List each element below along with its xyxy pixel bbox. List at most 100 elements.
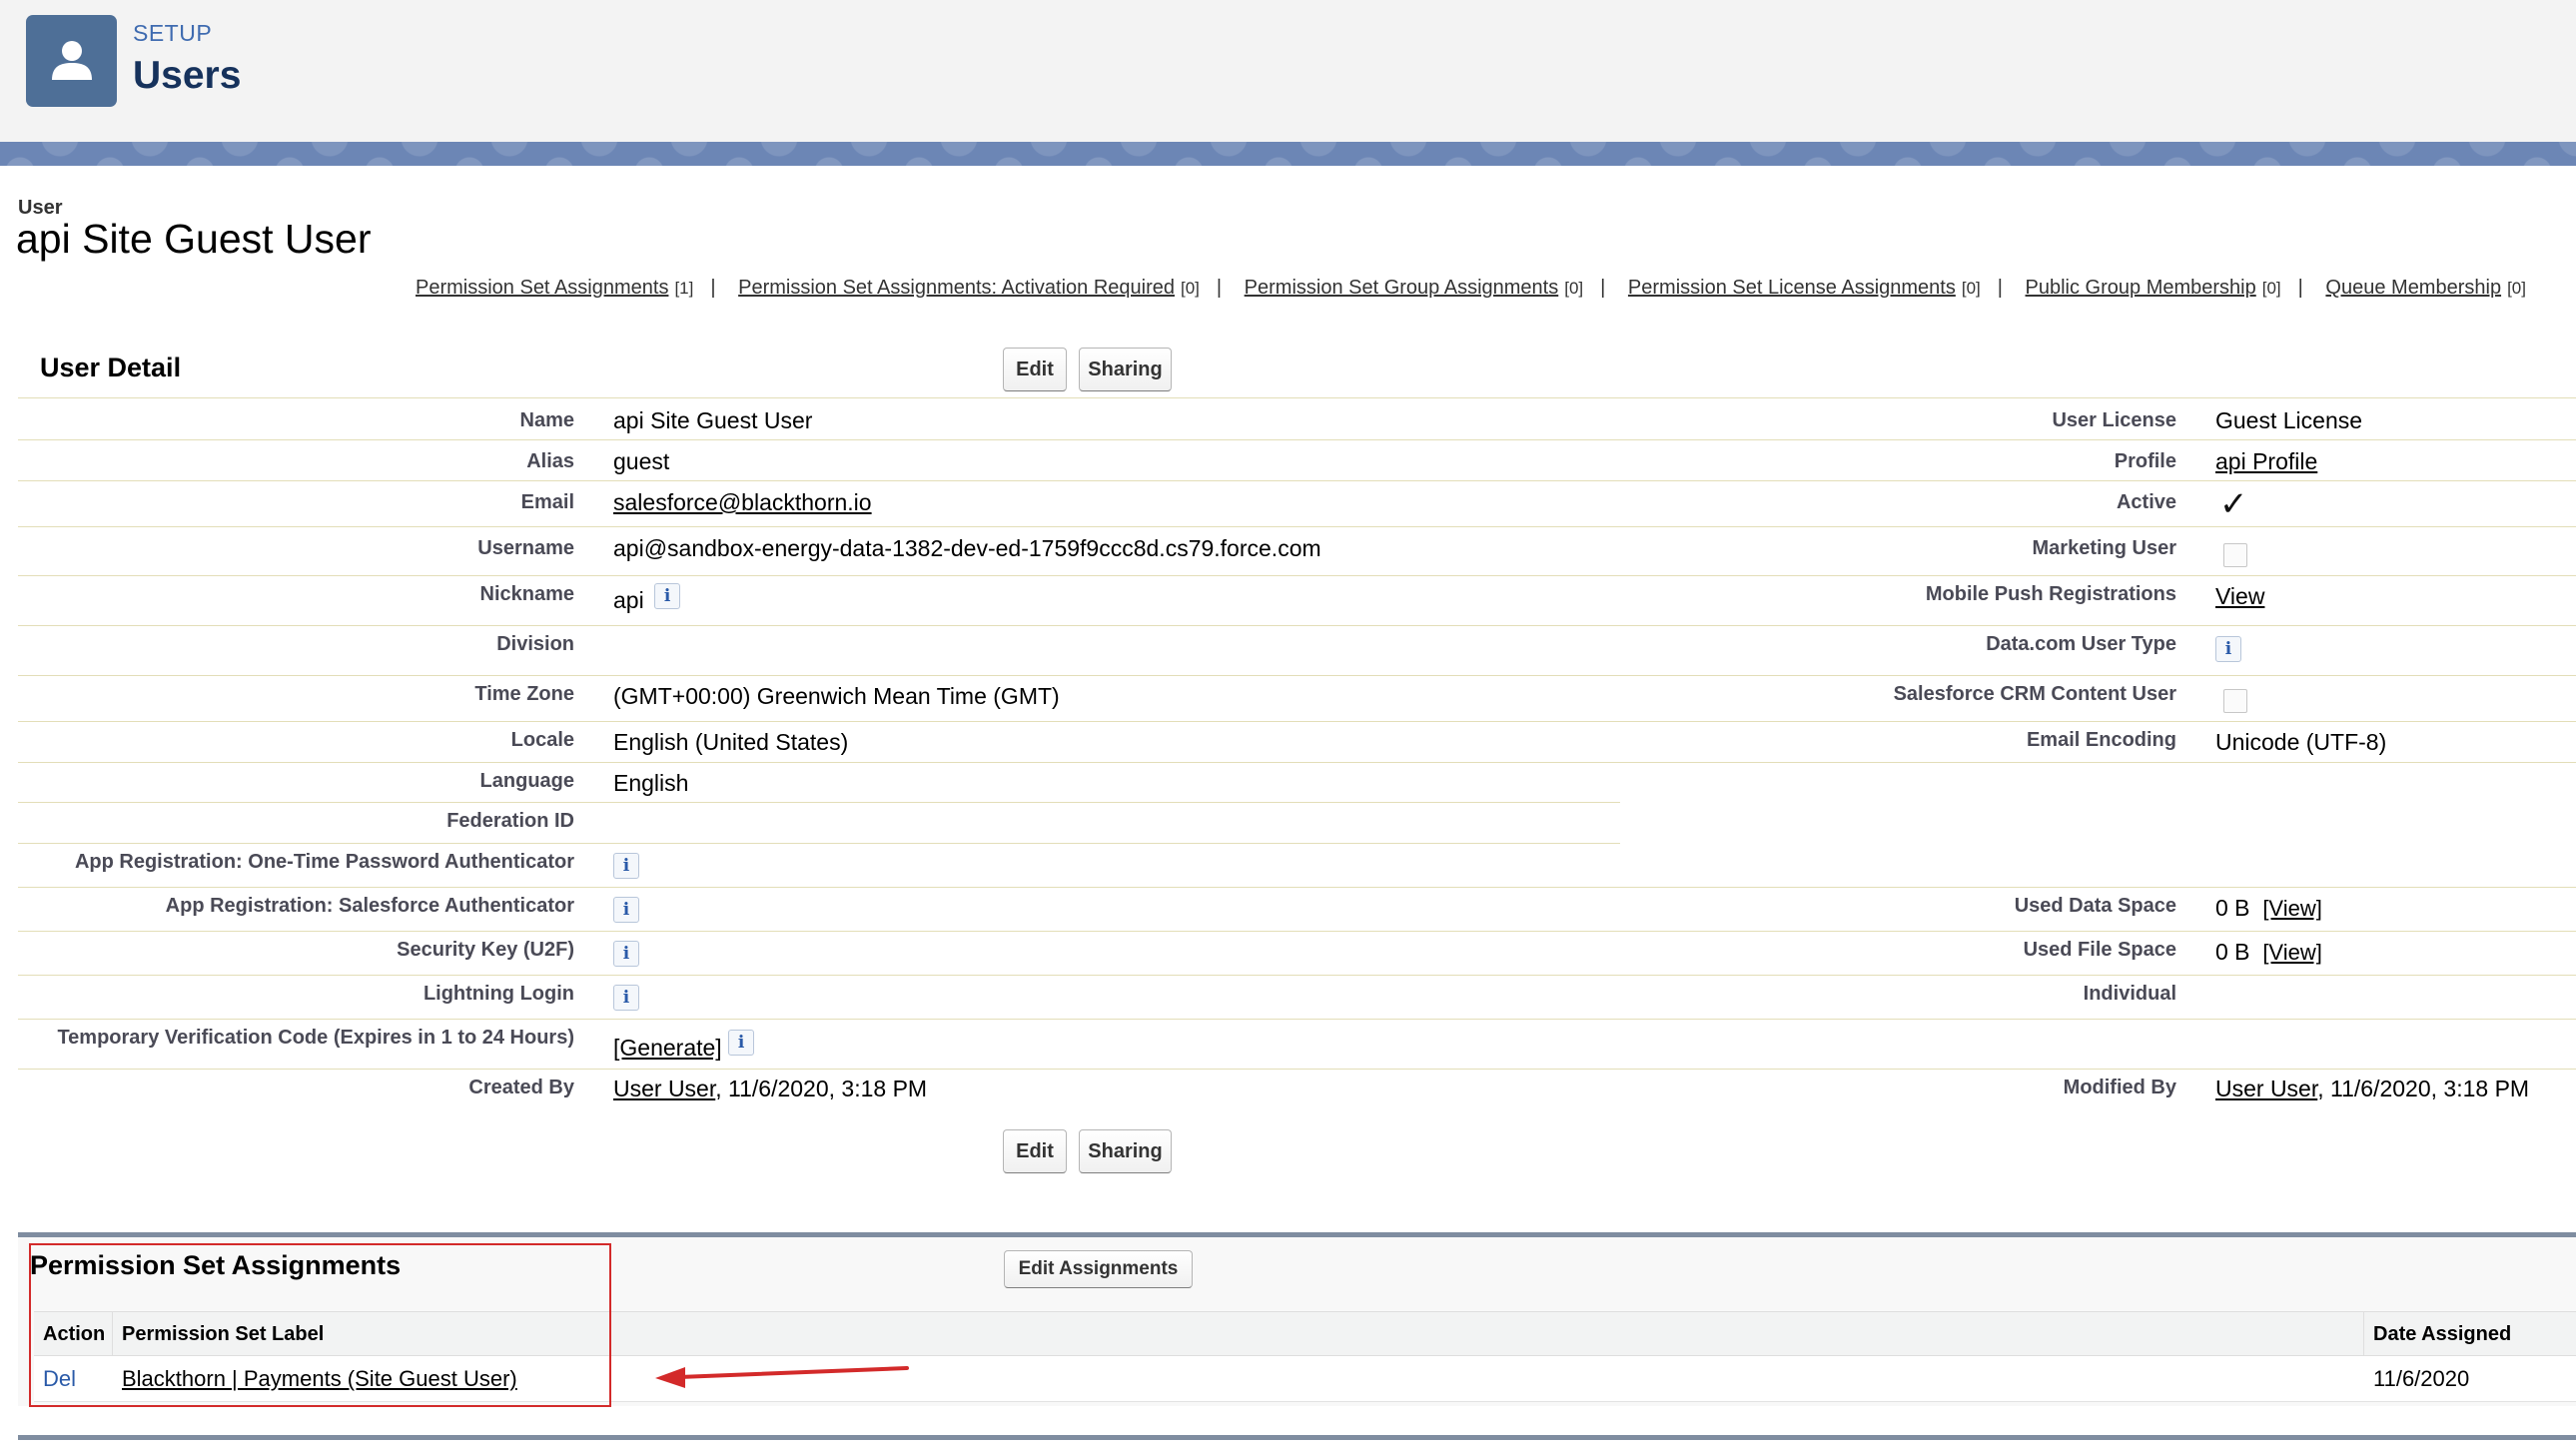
field-label-alias: Alias [526,450,574,472]
page-title: Users [133,54,242,97]
field-label-division: Division [496,633,574,655]
info-icon[interactable]: i [728,1029,755,1056]
divider [18,1069,2576,1070]
record-name: api Site Guest User [16,216,372,262]
field-value-nickname: api i [613,582,681,614]
field-value-name: api Site Guest User [613,407,813,433]
file-space-size: 0 B [2215,939,2250,965]
count-badge: [0] [2507,279,2526,298]
modified-by-user-link[interactable]: User User [2215,1076,2317,1101]
field-value-username: api@sandbox-energy-data-1382-dev-ed-1759… [613,535,1321,561]
field-label-crm-content-user: Salesforce CRM Content User [1893,683,2176,705]
count-badge: [0] [1961,279,1981,298]
data-space-size: 0 B [2215,895,2250,921]
annotation-highlight-box [29,1243,611,1407]
divider [18,480,2576,481]
field-label-active: Active [2116,491,2176,513]
field-value-temp-verification-code: [Generate] i [613,1029,755,1062]
separator: | [1600,277,1606,299]
field-value-otp-authenticator: i [613,851,639,879]
count-badge: [0] [1564,279,1584,298]
field-value-locale: English (United States) [613,729,849,755]
field-value-mobile-push: View [2215,583,2264,610]
field-value-language: English [613,770,689,796]
crm-content-user-checkbox [2223,689,2247,713]
field-label-username: Username [477,537,574,559]
setup-header: SETUP Users [0,0,2576,142]
field-label-profile: Profile [2114,450,2176,472]
link-permission-set-activation[interactable]: Permission Set Assignments: Activation R… [738,277,1175,299]
created-by-date: , 11/6/2020, 3:18 PM [715,1076,928,1101]
edit-assignments-button[interactable]: Edit Assignments [1004,1250,1193,1288]
info-icon[interactable]: i [613,984,639,1011]
field-label-modified-by: Modified By [2063,1077,2176,1098]
info-icon[interactable]: i [613,896,639,923]
generate-link[interactable]: [Generate] [613,1035,722,1061]
field-value-profile: api Profile [2215,448,2317,475]
person-icon [51,41,92,80]
field-label-locale: Locale [510,729,574,751]
link-permission-set-license[interactable]: Permission Set License Assignments [1628,277,1956,299]
field-label-nickname: Nickname [479,583,575,605]
separator: | [1997,277,2003,299]
info-icon[interactable]: i [654,582,681,609]
divider [18,975,2576,976]
field-value-used-file-space: 0 B [View] [2215,939,2322,966]
field-label-temp-verification-code: Temporary Verification Code (Expires in … [57,1027,574,1049]
field-label-timezone: Time Zone [474,683,574,705]
decorative-band [0,142,2576,166]
divider [18,843,1620,844]
field-label-otp-authenticator: App Registration: One-Time Password Auth… [74,851,574,873]
sharing-button-bottom[interactable]: Sharing [1079,1129,1172,1173]
active-checkmark-icon: ✓ [2219,485,2248,523]
divider [18,802,1620,803]
field-label-email: Email [520,491,574,513]
divider [18,1019,2576,1020]
divider [18,762,2576,763]
field-label-marketing-user: Marketing User [2032,537,2177,559]
profile-link[interactable]: api Profile [2215,448,2317,474]
link-permission-set-group[interactable]: Permission Set Group Assignments [1245,277,1559,299]
field-label-language: Language [479,770,574,792]
field-label-used-data-space: Used Data Space [2014,895,2176,917]
link-permission-set-assignments[interactable]: Permission Set Assignments [416,277,668,299]
edit-button[interactable]: Edit [1003,348,1067,391]
mobile-push-view-link[interactable]: View [2215,583,2264,609]
field-label-federation-id: Federation ID [446,810,574,832]
info-icon[interactable]: i [613,940,639,967]
divider [18,575,2576,576]
separator: | [710,277,716,299]
link-queue-membership[interactable]: Queue Membership [2325,277,2501,299]
field-value-salesforce-authenticator: i [613,895,639,923]
sharing-button[interactable]: Sharing [1079,348,1172,391]
field-value-security-key: i [613,939,639,967]
file-space-view-link[interactable]: [View] [2262,940,2322,965]
count-badge: [0] [2261,279,2281,298]
data-space-view-link[interactable]: [View] [2262,896,2322,921]
link-public-group[interactable]: Public Group Membership [2026,277,2256,299]
info-icon[interactable]: i [613,852,639,879]
field-value-email-encoding: Unicode (UTF-8) [2215,729,2387,755]
field-value-modified-by: User User, 11/6/2020, 3:18 PM [2215,1076,2529,1102]
field-label-user-license: User License [2052,409,2176,431]
divider [18,397,2576,398]
divider [18,526,2576,527]
info-icon[interactable]: i [2215,635,2241,662]
divider [18,931,2576,932]
separator: | [1216,277,1223,299]
email-link[interactable]: salesforce@blackthorn.io [613,489,872,515]
field-value-datacom-user-type: i [2215,634,2241,662]
section-title-user-detail: User Detail [40,353,182,382]
separator: | [2297,277,2303,299]
field-label-created-by: Created By [468,1077,574,1098]
modified-by-date: , 11/6/2020, 3:18 PM [2317,1076,2530,1101]
related-list-links: Permission Set Assignments [1] | Permissio… [416,277,2563,300]
divider [18,675,2576,676]
section-bottom-bar [18,1435,2576,1440]
created-by-user-link[interactable]: User User [613,1076,715,1101]
field-label-mobile-push: Mobile Push Registrations [1925,583,2176,605]
divider [18,439,2576,440]
count-badge: [0] [1180,279,1200,298]
edit-button-bottom[interactable]: Edit [1003,1129,1067,1173]
column-divider [2363,1311,2364,1356]
